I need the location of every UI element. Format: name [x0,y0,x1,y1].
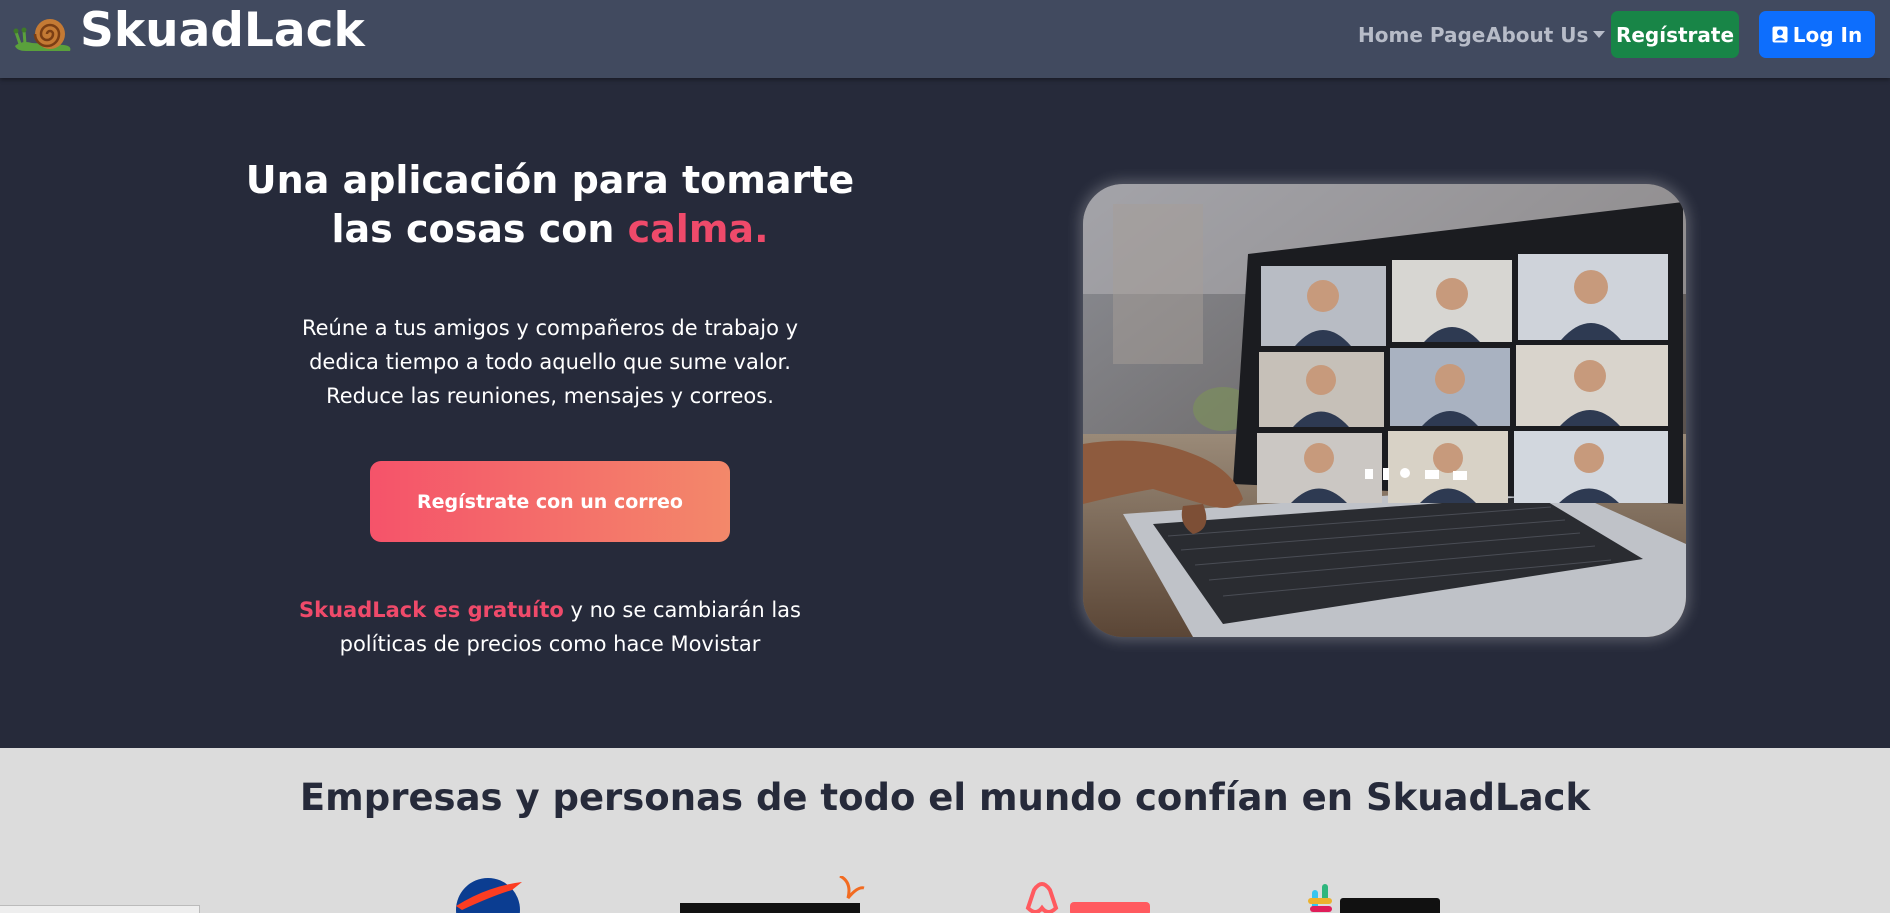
mundo-today-logo [680,876,865,913]
login-button[interactable]: Log In [1759,11,1875,58]
caret-down-icon [1593,31,1606,38]
slack-logo [1308,884,1440,913]
hero-description: Reúne a tus amigos y compañeros de traba… [301,316,799,408]
snail-logo-icon [13,19,71,51]
register-button-label: Regístrate [1615,22,1735,47]
laptop-video-call-photo [1083,184,1686,637]
free-pricing-note: SkuadLack es gratuíto y no se cambiarán … [290,593,810,661]
register-email-button[interactable]: Regístrate con un correo [370,461,730,542]
navbar: SkuadLack Home Page About Us Regístrate … [0,0,1890,78]
login-button-label: Log In [1792,22,1863,47]
hero-title: Una aplicación para tomarte las cosas co… [220,156,880,254]
register-email-button-label: Regístrate con un correo [417,490,683,513]
airbnb-logo [1025,882,1150,913]
brand-name: SkuadLack [80,3,365,58]
nasa-logo [456,878,522,913]
nav-home-page[interactable]: Home Page [1358,22,1485,48]
brand[interactable]: SkuadLack [12,6,365,56]
free-pricing-accent: SkuadLack es gratuíto [299,598,564,622]
nav-about-us-dropdown[interactable]: About Us [1486,22,1606,48]
trust-section: Empresas y personas de todo el mundo con… [0,748,1890,913]
bottom-left-tab [0,905,200,913]
person-badge-icon [1772,26,1788,43]
hero-title-accent: calma. [627,207,769,251]
register-button[interactable]: Regístrate [1611,11,1739,58]
nav-about-us-label: About Us [1486,23,1589,47]
trust-title: Empresas y personas de todo el mundo con… [299,776,1591,819]
